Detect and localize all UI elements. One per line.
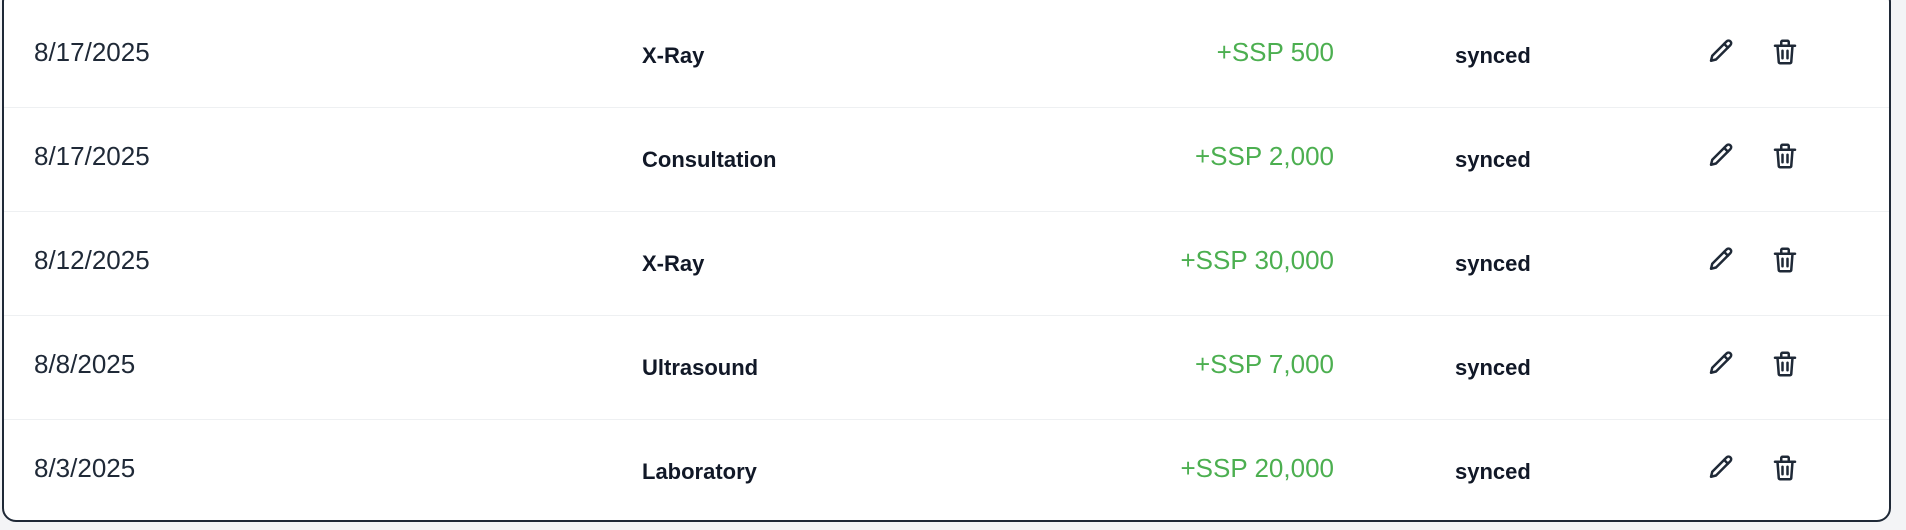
row-actions bbox=[1704, 0, 1802, 104]
transaction-amount: +SSP 30,000 bbox=[1180, 244, 1335, 275]
transaction-date: 8/8/2025 bbox=[34, 348, 136, 379]
trash-icon bbox=[1773, 247, 1797, 273]
transaction-date: 8/3/2025 bbox=[34, 452, 136, 483]
sync-status: synced bbox=[1455, 43, 1531, 68]
delete-button[interactable] bbox=[1768, 347, 1802, 381]
edit-button[interactable] bbox=[1704, 139, 1738, 173]
transaction-date: 8/17/2025 bbox=[34, 140, 150, 171]
edit-button[interactable] bbox=[1704, 347, 1738, 381]
transactions-list: 8/17/2025 X-Ray +SSP 500 synced 8/17/202… bbox=[4, 4, 1889, 520]
trash-icon bbox=[1773, 39, 1797, 65]
pencil-icon bbox=[1709, 351, 1733, 374]
edit-button[interactable] bbox=[1704, 35, 1738, 69]
row-actions bbox=[1704, 208, 1802, 312]
transaction-category: X-Ray bbox=[642, 251, 705, 276]
transaction-category: Ultrasound bbox=[642, 355, 759, 380]
pencil-icon bbox=[1709, 39, 1733, 62]
edit-button[interactable] bbox=[1704, 451, 1738, 485]
delete-button[interactable] bbox=[1768, 243, 1802, 277]
delete-button[interactable] bbox=[1768, 35, 1802, 69]
trash-icon bbox=[1773, 143, 1797, 169]
table-row: 8/17/2025 X-Ray +SSP 500 synced bbox=[4, 4, 1889, 108]
edit-button[interactable] bbox=[1704, 243, 1738, 277]
pencil-icon bbox=[1709, 455, 1733, 478]
table-row: 8/3/2025 Laboratory +SSP 20,000 synced bbox=[4, 420, 1889, 520]
delete-button[interactable] bbox=[1768, 139, 1802, 173]
row-actions bbox=[1704, 104, 1802, 208]
table-row: 8/8/2025 Ultrasound +SSP 7,000 synced bbox=[4, 316, 1889, 420]
trash-icon bbox=[1773, 351, 1797, 377]
table-row: 8/17/2025 Consultation +SSP 2,000 synced bbox=[4, 108, 1889, 212]
transaction-category: Consultation bbox=[642, 147, 777, 172]
row-actions bbox=[1704, 416, 1802, 520]
transaction-amount: +SSP 7,000 bbox=[1194, 348, 1334, 379]
transaction-amount: +SSP 20,000 bbox=[1180, 452, 1335, 483]
transaction-category: X-Ray bbox=[642, 43, 705, 68]
transactions-table: 8/17/2025 X-Ray +SSP 500 synced 8/17/202… bbox=[2, 0, 1891, 522]
sync-status: synced bbox=[1455, 147, 1531, 172]
transaction-amount: +SSP 500 bbox=[1216, 36, 1334, 67]
pencil-icon bbox=[1709, 247, 1733, 270]
table-row: 8/12/2025 X-Ray +SSP 30,000 synced bbox=[4, 212, 1889, 316]
pencil-icon bbox=[1709, 143, 1733, 166]
delete-button[interactable] bbox=[1768, 451, 1802, 485]
sync-status: synced bbox=[1455, 355, 1531, 380]
transaction-category: Laboratory bbox=[642, 459, 757, 484]
sync-status: synced bbox=[1455, 251, 1531, 276]
sync-status: synced bbox=[1455, 459, 1531, 484]
row-actions bbox=[1704, 312, 1802, 416]
transaction-date: 8/12/2025 bbox=[34, 244, 150, 275]
transaction-date: 8/17/2025 bbox=[34, 36, 150, 67]
trash-icon bbox=[1773, 455, 1797, 481]
transaction-amount: +SSP 2,000 bbox=[1194, 140, 1334, 171]
